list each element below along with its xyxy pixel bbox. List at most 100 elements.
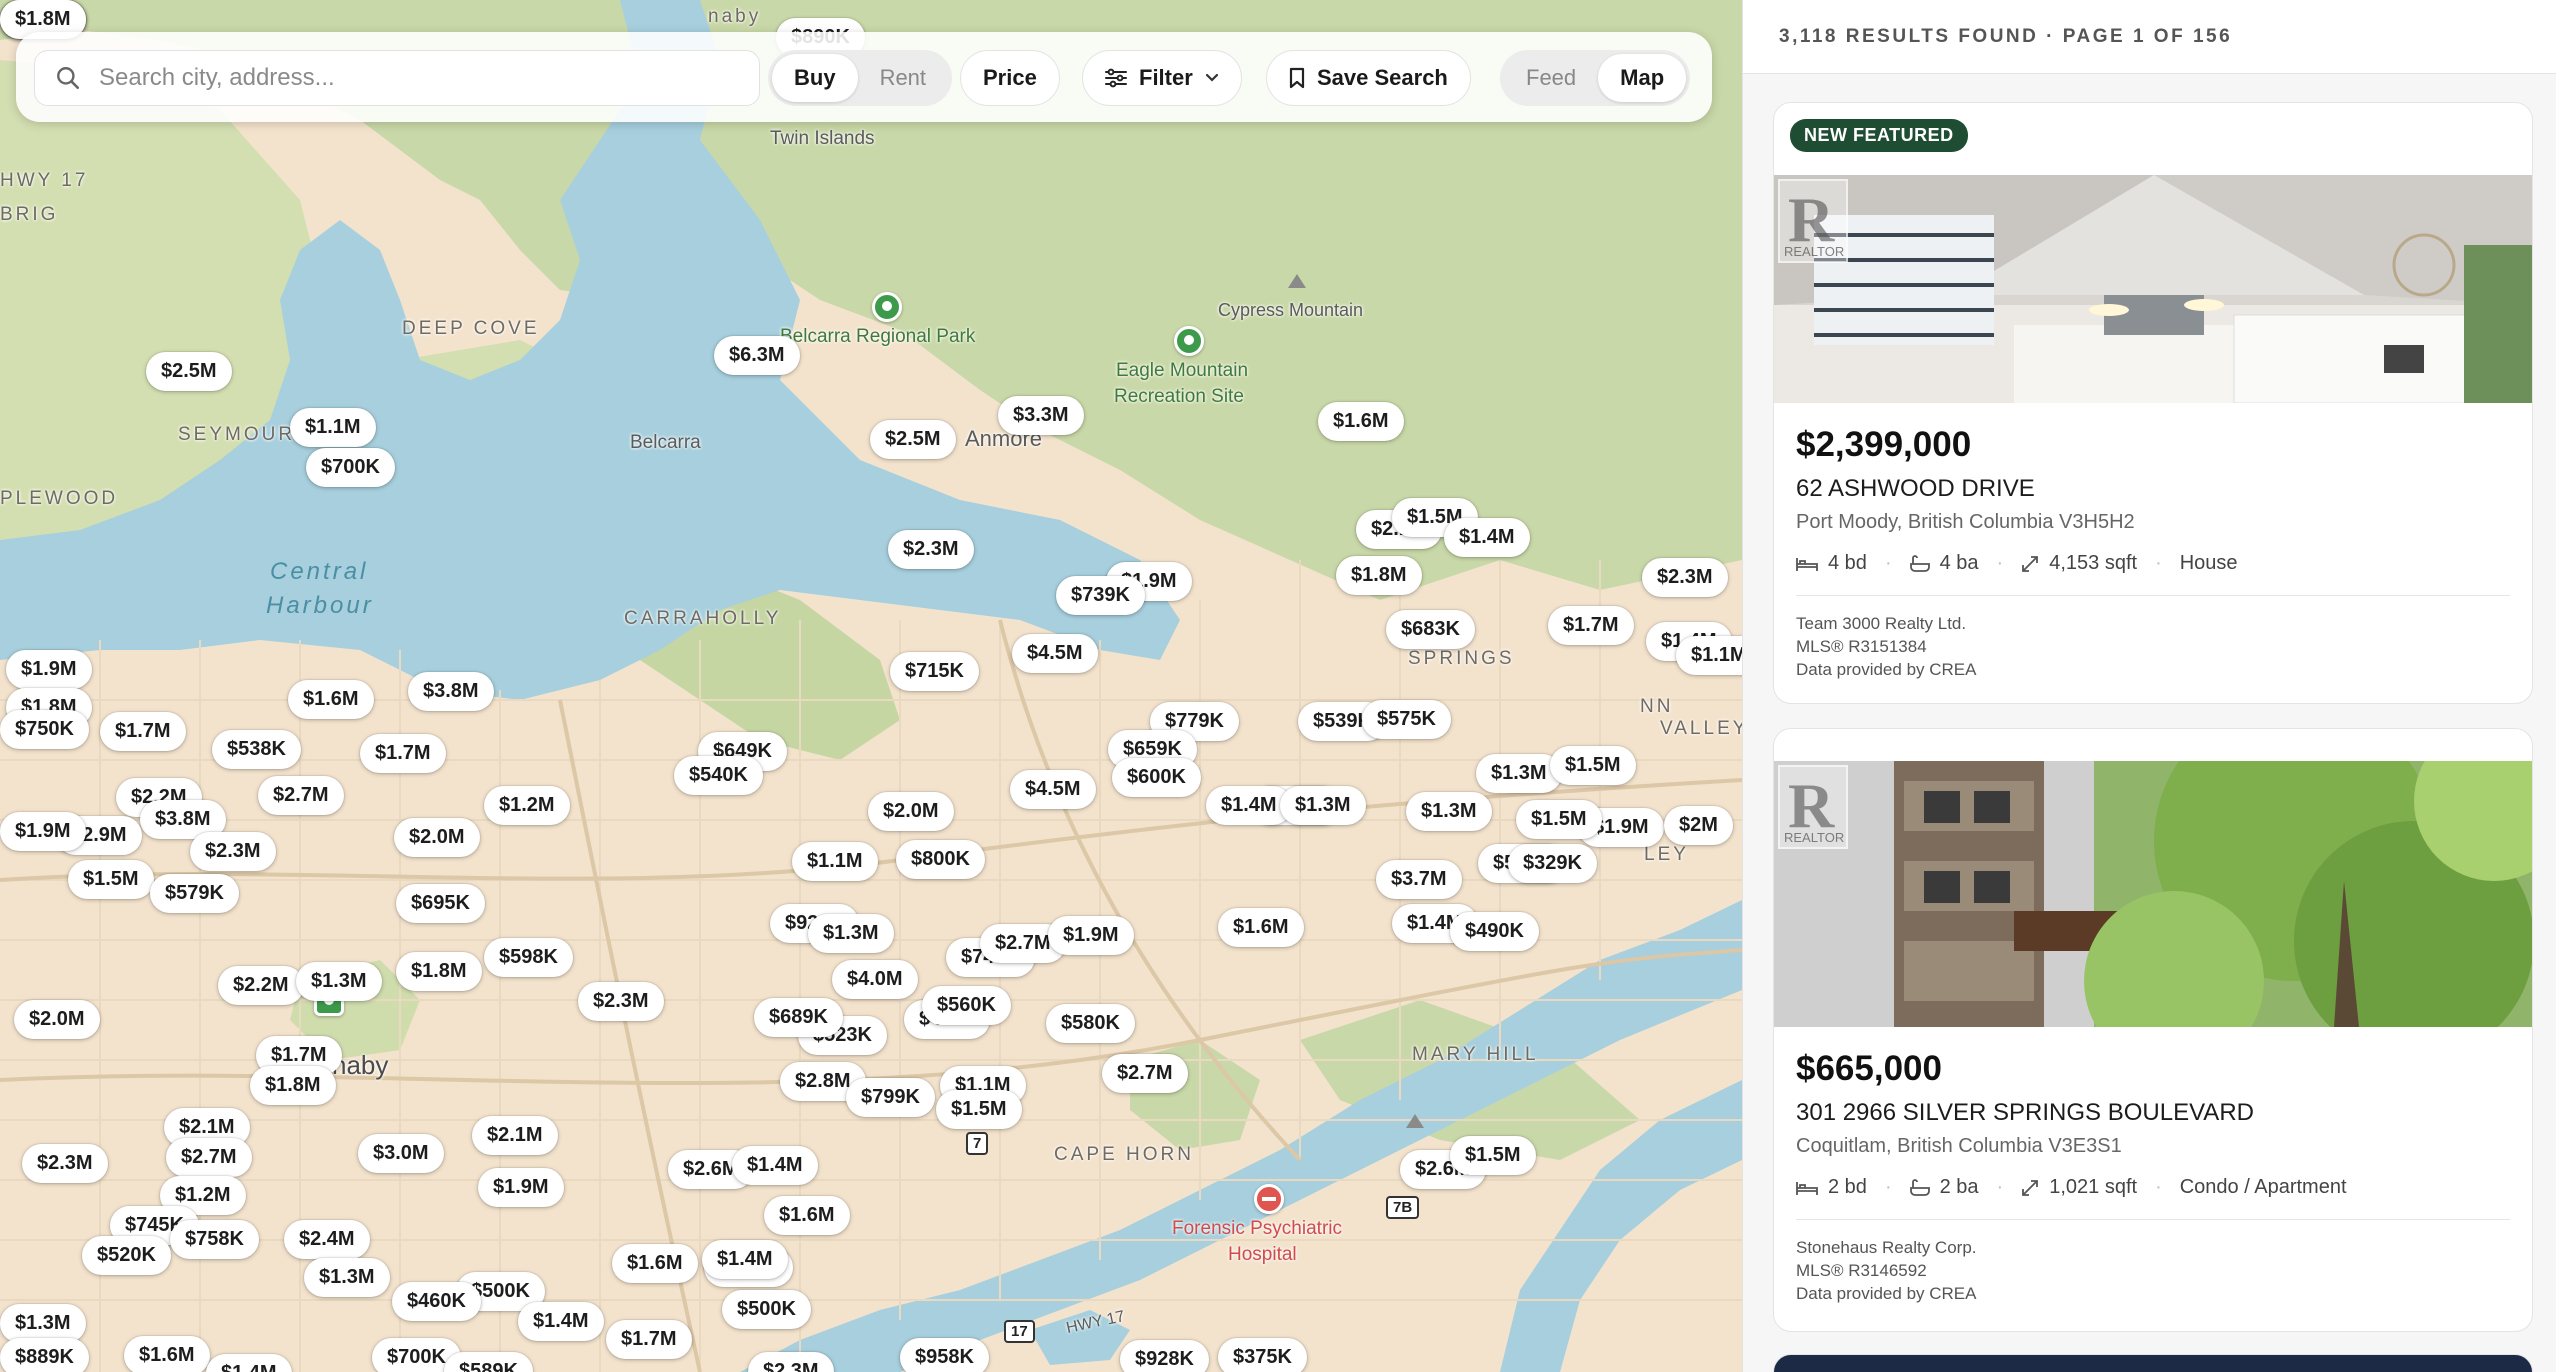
search-input[interactable] <box>99 64 719 92</box>
price-marker[interactable]: $579K <box>150 874 239 913</box>
price-marker[interactable]: $4.5M <box>1010 770 1096 809</box>
price-marker[interactable]: $540K <box>674 756 763 795</box>
price-marker[interactable]: $2.3M <box>1642 558 1728 597</box>
price-marker[interactable]: $1.7M <box>100 712 186 751</box>
price-marker[interactable]: $460K <box>392 1282 481 1321</box>
price-marker[interactable]: $1.6M <box>288 680 374 719</box>
price-marker[interactable]: $329K <box>1508 844 1597 883</box>
hospital-pin-icon[interactable] <box>1254 1184 1284 1214</box>
price-marker[interactable]: $1.3M <box>1280 786 1366 825</box>
price-marker[interactable]: $1.4M <box>1444 518 1530 557</box>
rent-option[interactable]: Rent <box>858 54 948 102</box>
price-marker[interactable]: $2.0M <box>394 818 480 857</box>
price-marker[interactable]: $490K <box>1450 912 1539 951</box>
price-marker[interactable]: $695K <box>396 884 485 923</box>
buy-option[interactable]: Buy <box>772 54 858 102</box>
price-marker[interactable]: $2M <box>1664 806 1733 845</box>
price-marker[interactable]: $1.8M <box>396 952 482 991</box>
park-pin-icon[interactable] <box>1174 326 1204 356</box>
price-marker[interactable]: $2.3M <box>190 832 276 871</box>
price-marker[interactable]: $1.7M <box>360 734 446 773</box>
price-marker[interactable]: $715K <box>890 652 979 691</box>
price-marker[interactable]: $889K <box>0 1338 89 1372</box>
price-marker[interactable]: $2.2M <box>218 966 304 1005</box>
listing-card[interactable] <box>1773 1354 2533 1372</box>
price-marker[interactable]: $580K <box>1046 1004 1135 1043</box>
feed-option[interactable]: Feed <box>1504 54 1598 102</box>
price-marker[interactable]: $1.4M <box>518 1302 604 1341</box>
map-option[interactable]: Map <box>1598 54 1687 102</box>
price-marker[interactable]: $1.7M <box>1548 606 1634 645</box>
price-marker[interactable]: $1.4M <box>702 1240 788 1279</box>
price-marker[interactable]: $1.7M <box>606 1320 692 1359</box>
price-marker[interactable]: $2.5M <box>870 420 956 459</box>
price-marker[interactable]: $1.2M <box>484 786 570 825</box>
price-marker[interactable]: $1.4M <box>732 1146 818 1185</box>
filter-button[interactable]: Filter <box>1082 50 1242 106</box>
price-marker[interactable]: $2.0M <box>14 1000 100 1039</box>
listing-card[interactable]: R REALTOR $665,000 301 2966 SILVER SPRING… <box>1773 728 2533 1332</box>
price-marker[interactable]: $1.3M <box>304 1258 390 1297</box>
price-marker[interactable]: $1.3M <box>1406 792 1492 831</box>
price-marker[interactable]: $1.9M <box>6 650 92 689</box>
price-marker[interactable]: $2.1M <box>472 1116 558 1155</box>
price-marker[interactable]: $700K <box>306 448 395 487</box>
price-marker[interactable]: $1.6M <box>764 1196 850 1235</box>
price-marker[interactable]: $1.9M <box>0 812 86 851</box>
price-marker[interactable]: $928K <box>1120 1340 1209 1372</box>
price-marker[interactable]: $4.0M <box>832 960 918 999</box>
price-marker[interactable]: $3.7M <box>1376 860 1462 899</box>
price-marker[interactable]: $758K <box>170 1220 259 1259</box>
map-view[interactable]: naby Twin Islands DEEP COVE SEYMOUR PLEW… <box>0 0 1742 1372</box>
price-marker[interactable]: $1.5M <box>936 1090 1022 1129</box>
price-marker[interactable]: $2.7M <box>258 776 344 815</box>
search-box[interactable] <box>34 50 760 106</box>
price-marker[interactable]: $3.8M <box>408 672 494 711</box>
price-marker[interactable]: $1.5M <box>1550 746 1636 785</box>
price-marker[interactable]: $1.8M <box>250 1066 336 1105</box>
price-marker[interactable]: $1.5M <box>1516 800 1602 839</box>
price-marker[interactable]: $739K <box>1056 576 1145 615</box>
price-marker[interactable]: $1.9M <box>478 1168 564 1207</box>
price-marker[interactable]: $1.4M <box>1206 786 1292 825</box>
price-marker[interactable]: $2.0M <box>868 792 954 831</box>
price-marker[interactable]: $750K <box>0 710 89 749</box>
price-marker[interactable]: $1.5M <box>1450 1136 1536 1175</box>
price-marker[interactable]: $799K <box>846 1078 935 1117</box>
price-marker[interactable]: $500K <box>722 1290 811 1329</box>
save-search-button[interactable]: Save Search <box>1266 50 1471 106</box>
price-marker[interactable]: $2.3M <box>748 1352 834 1372</box>
price-marker[interactable]: $598K <box>484 938 573 977</box>
price-marker[interactable]: $1.3M <box>296 962 382 1001</box>
price-marker[interactable]: $2.7M <box>1102 1054 1188 1093</box>
results-panel[interactable]: 3,118 RESULTS FOUND · PAGE 1 OF 156 NEW … <box>1742 0 2556 1372</box>
price-marker[interactable]: $1.3M <box>1476 754 1562 793</box>
price-button[interactable]: Price <box>960 50 1060 106</box>
park-pin-icon[interactable] <box>872 292 902 322</box>
price-marker[interactable]: $2.3M <box>888 530 974 569</box>
price-marker[interactable]: $6.3M <box>714 336 800 375</box>
price-marker[interactable]: $2.3M <box>22 1144 108 1183</box>
listing-photo[interactable]: R REALTOR <box>1774 175 2532 403</box>
price-marker[interactable]: $589K <box>444 1352 533 1372</box>
price-marker[interactable]: $689K <box>754 998 843 1037</box>
price-marker[interactable]: $958K <box>900 1338 989 1372</box>
price-marker[interactable]: $375K <box>1218 1338 1307 1372</box>
price-marker[interactable]: $3.3M <box>998 396 1084 435</box>
price-marker[interactable]: $1.1M <box>1676 636 1742 675</box>
listing-photo[interactable]: R REALTOR <box>1774 761 2532 1027</box>
price-marker[interactable]: $1.5M <box>68 860 154 899</box>
price-marker[interactable]: $1.6M <box>1218 908 1304 947</box>
price-marker[interactable]: $1.3M <box>808 914 894 953</box>
price-marker[interactable]: $1.1M <box>792 842 878 881</box>
price-marker[interactable]: $520K <box>82 1236 171 1275</box>
price-marker[interactable]: $683K <box>1386 610 1475 649</box>
price-marker[interactable]: $1.6M <box>124 1336 210 1372</box>
price-marker[interactable]: $2.3M <box>578 982 664 1021</box>
price-marker[interactable]: $1.1M <box>290 408 376 447</box>
price-marker[interactable]: $1.6M <box>1318 402 1404 441</box>
listing-card[interactable]: NEW FEATURED R REALTOR $2,399,000 62 ASH… <box>1773 102 2533 704</box>
price-marker[interactable]: $2.5M <box>146 352 232 391</box>
price-marker[interactable]: $1.6M <box>612 1244 698 1283</box>
price-marker[interactable]: $538K <box>212 730 301 769</box>
